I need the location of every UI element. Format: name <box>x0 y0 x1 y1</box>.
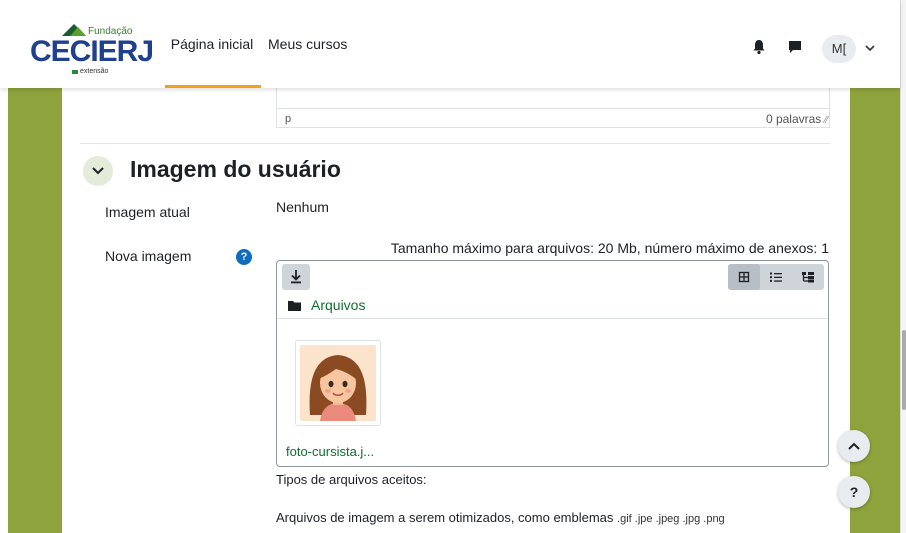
view-switcher <box>728 264 824 290</box>
page-scrollbar[interactable] <box>900 0 906 533</box>
list-view-button[interactable] <box>760 264 792 290</box>
editor-path: p <box>285 113 292 125</box>
accepted-types-label: Tipos de arquivos aceitos: <box>276 472 427 487</box>
chevron-up-icon <box>848 442 860 450</box>
current-image-label: Imagem atual <box>105 204 190 220</box>
top-navbar: Fundação CECIERJ extensão Página inicial… <box>0 0 900 88</box>
tree-icon <box>802 272 814 283</box>
logo-brand-text: CECIERJ <box>30 35 154 68</box>
nav-active-indicator <box>165 85 261 88</box>
section-title: Imagem do usuário <box>130 156 341 182</box>
floating-help-button[interactable]: ? <box>838 476 870 508</box>
file-manager-separator <box>277 318 828 319</box>
user-avatar[interactable]: M[ <box>822 35 856 63</box>
chat-icon[interactable] <box>787 39 803 58</box>
download-button[interactable] <box>282 264 310 290</box>
download-icon <box>291 270 301 284</box>
help-icon[interactable]: ? <box>236 249 252 265</box>
list-icon <box>770 272 782 282</box>
icon-view-button[interactable] <box>728 264 760 290</box>
user-photo-image <box>300 345 376 421</box>
resize-handle-icon[interactable]: ⁄⁄ <box>825 115 828 126</box>
page-scrollbar-thumb[interactable] <box>902 330 906 410</box>
site-logo[interactable]: Fundação CECIERJ extensão <box>30 24 154 76</box>
chevron-down-icon <box>92 167 104 175</box>
folder-path-link[interactable]: Arquivos <box>311 297 365 313</box>
user-menu-chevron-down-icon[interactable] <box>865 41 875 55</box>
accepted-types-description: Arquivos de imagem a serem otimizados, c… <box>276 510 725 525</box>
left-side-band <box>8 88 62 533</box>
nav-my-courses-link[interactable]: Meus cursos <box>268 0 347 88</box>
grid-icon <box>738 271 750 283</box>
accepted-types-text: Arquivos de imagem a serem otimizados, c… <box>276 510 614 525</box>
right-side-band <box>850 88 900 533</box>
editor-status-bar <box>276 108 830 128</box>
file-thumbnail[interactable] <box>295 340 381 426</box>
word-count-text: 0 palavras <box>765 112 822 126</box>
section-divider <box>80 143 830 144</box>
accepted-extensions: .gif .jpe .jpeg .jpg .png <box>617 513 725 525</box>
editor-word-count: 0 palavras ⁄⁄ <box>766 112 828 126</box>
bell-icon[interactable] <box>752 39 766 58</box>
file-name-link[interactable]: foto-cursista.j... <box>286 444 374 459</box>
new-image-label: Nova imagem <box>105 248 192 264</box>
current-image-value: Nenhum <box>276 199 329 215</box>
section-collapse-button[interactable] <box>83 156 113 186</box>
file-limit-info: Tamanho máximo para arquivos: 20 Mb, núm… <box>390 240 829 256</box>
tree-view-button[interactable] <box>792 264 824 290</box>
folder-icon <box>288 298 301 314</box>
logo-tag-text: extensão <box>72 68 108 75</box>
nav-home-link[interactable]: Página inicial <box>164 0 260 88</box>
back-to-top-button[interactable] <box>838 430 870 462</box>
